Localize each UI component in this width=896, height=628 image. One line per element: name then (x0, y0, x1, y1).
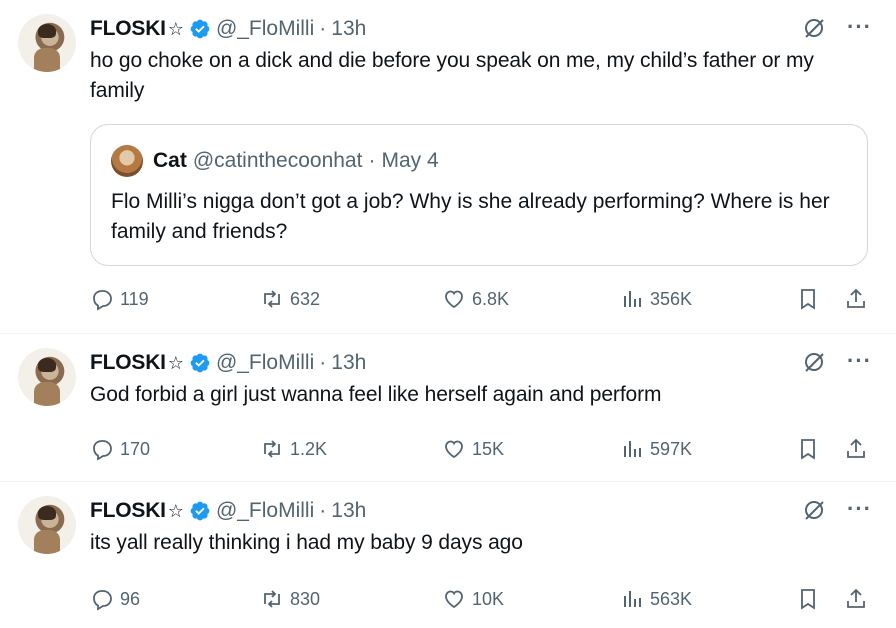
action-bar: 170 1.2K 15K 597K (90, 434, 880, 464)
separator: · (319, 351, 327, 374)
handle[interactable]: @_FloMilli (216, 17, 314, 41)
bookmark-icon (801, 439, 815, 460)
reply-button[interactable]: 96 (90, 584, 140, 614)
quoted-handle: @catinthecoonhat (192, 149, 363, 172)
reply-count: 119 (120, 288, 149, 309)
separator: · (319, 499, 327, 522)
like-count: 10K (472, 588, 505, 609)
avatar[interactable] (18, 348, 76, 406)
views-button[interactable]: 597K (620, 434, 692, 464)
tweet[interactable]: FLOSKI ☆ @_FloMilli · 13h ··· God forbid… (0, 334, 896, 482)
avatar[interactable] (18, 496, 76, 554)
separator: · (319, 17, 327, 40)
timestamp[interactable]: 13h (331, 17, 366, 41)
more-options-button[interactable]: ··· (847, 496, 872, 522)
bookmark-button[interactable] (796, 284, 820, 314)
tweet-header: FLOSKI ☆ @_FloMilli · 13h (90, 498, 366, 524)
reply-count: 170 (120, 438, 151, 459)
share-icon (847, 288, 865, 308)
views-count: 356K (650, 288, 693, 309)
repost-count: 1.2K (290, 438, 328, 459)
repost-button[interactable]: 1.2K (260, 434, 327, 464)
repost-icon (264, 440, 280, 458)
quoted-display-name: Cat (153, 149, 187, 172)
timestamp[interactable]: 13h (331, 351, 366, 375)
repost-icon (264, 590, 280, 608)
grok-icon[interactable] (802, 350, 826, 374)
repost-button[interactable]: 632 (260, 284, 320, 314)
bookmark-button[interactable] (796, 584, 820, 614)
handle[interactable]: @_FloMilli (216, 499, 314, 523)
views-count: 597K (650, 438, 693, 459)
share-button[interactable] (844, 284, 868, 314)
reply-icon (93, 590, 112, 611)
display-name[interactable]: FLOSKI (90, 17, 166, 41)
tweet-text: its yall really thinking i had my baby 9… (90, 531, 523, 554)
display-name[interactable]: FLOSKI (90, 351, 166, 375)
grok-icon[interactable] (802, 16, 826, 40)
more-options-button[interactable]: ··· (847, 14, 872, 40)
tweet-header: FLOSKI ☆ @_FloMilli · 13h (90, 16, 366, 42)
quoted-text: Flo Milli’s nigga don’t got a job? Why i… (111, 190, 830, 243)
share-icon (847, 588, 865, 608)
views-button[interactable]: 563K (620, 584, 692, 614)
repost-count: 632 (290, 288, 321, 309)
reply-icon (93, 440, 112, 461)
repost-count: 830 (290, 588, 321, 609)
like-button[interactable]: 10K (442, 584, 504, 614)
tweet-header: FLOSKI ☆ @_FloMilli · 13h (90, 350, 366, 376)
like-count: 15K (472, 438, 505, 459)
heart-icon (445, 590, 463, 609)
views-icon (624, 591, 641, 607)
grok-icon[interactable] (802, 498, 826, 522)
share-button[interactable] (844, 584, 868, 614)
quoted-tweet[interactable]: Cat @catinthecoonhat · May 4 Flo Milli’s… (90, 124, 868, 266)
name-star: ☆ (167, 500, 184, 521)
reply-icon (93, 290, 112, 311)
heart-icon (445, 440, 463, 459)
repost-icon (264, 290, 280, 308)
avatar[interactable] (18, 14, 76, 72)
timestamp[interactable]: 13h (331, 499, 366, 523)
reply-button[interactable]: 170 (90, 434, 150, 464)
tweet-text: ho go choke on a dick and die before you… (90, 49, 814, 102)
quoted-separator: · (368, 149, 376, 172)
like-count: 6.8K (472, 288, 510, 309)
bookmark-icon (801, 589, 815, 610)
views-icon (624, 441, 641, 457)
tweet[interactable]: FLOSKI ☆ @_FloMilli · 13h ··· ho go chok… (0, 0, 896, 334)
quoted-avatar[interactable] (111, 145, 143, 177)
quoted-header: Cat @catinthecoonhat · May 4 (153, 149, 439, 173)
verified-badge-icon (190, 353, 210, 373)
tweet[interactable]: FLOSKI ☆ @_FloMilli · 13h ··· its yall r… (0, 482, 896, 628)
bookmark-button[interactable] (796, 434, 820, 464)
repost-button[interactable]: 830 (260, 584, 320, 614)
tweet-text: God forbid a girl just wanna feel like h… (90, 383, 662, 406)
verified-badge-icon (190, 501, 210, 521)
bookmark-icon (801, 289, 815, 310)
action-bar: 96 830 10K 563K (90, 584, 880, 614)
share-icon (847, 438, 865, 458)
views-icon (624, 291, 641, 307)
action-bar: 119 632 6.8K 356K (90, 284, 880, 314)
views-button[interactable]: 356K (620, 284, 692, 314)
reply-count: 96 (120, 588, 141, 609)
reply-button[interactable]: 119 (90, 284, 149, 314)
share-button[interactable] (844, 434, 868, 464)
views-count: 563K (650, 588, 693, 609)
verified-badge-icon (190, 19, 210, 39)
display-name[interactable]: FLOSKI (90, 499, 166, 523)
like-button[interactable]: 6.8K (442, 284, 509, 314)
quoted-date: May 4 (381, 149, 439, 172)
heart-icon (445, 290, 463, 309)
name-star: ☆ (167, 352, 184, 373)
more-options-button[interactable]: ··· (847, 348, 872, 374)
handle[interactable]: @_FloMilli (216, 351, 314, 375)
name-star: ☆ (167, 18, 184, 39)
like-button[interactable]: 15K (442, 434, 504, 464)
